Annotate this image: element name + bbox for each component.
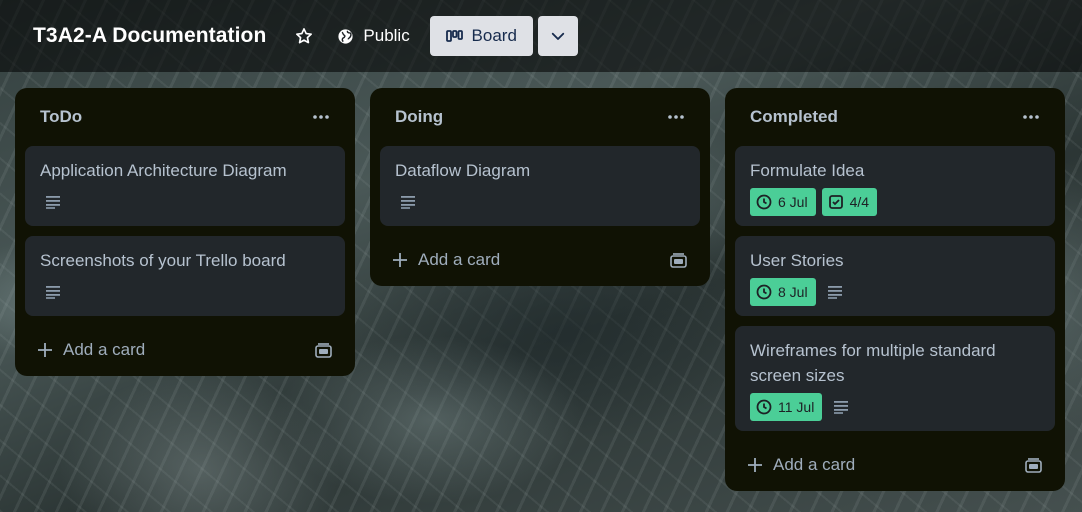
card-title: Screenshots of your Trello board bbox=[40, 251, 286, 270]
list-header: Completed bbox=[735, 88, 1055, 146]
add-card-label: Add a card bbox=[63, 340, 146, 359]
list-footer: Add a card bbox=[25, 324, 345, 376]
visibility-button[interactable]: Public bbox=[337, 26, 410, 46]
card-template-icon[interactable] bbox=[666, 248, 690, 272]
card-title: Dataflow Diagram bbox=[395, 161, 531, 180]
plus-icon bbox=[747, 457, 763, 473]
card[interactable]: Application Architecture Diagram bbox=[25, 146, 345, 226]
board-view-label: Board bbox=[471, 26, 517, 45]
checklist-count: 4/4 bbox=[849, 194, 870, 210]
due-date-badge[interactable]: 11 Jul bbox=[750, 393, 823, 421]
list-footer: Add a card bbox=[735, 439, 1055, 491]
card[interactable]: Screenshots of your Trello board bbox=[25, 236, 345, 316]
description-icon bbox=[397, 191, 419, 213]
add-card-label: Add a card bbox=[773, 455, 856, 474]
list-title[interactable]: Completed bbox=[750, 107, 838, 127]
list-todo: ToDo Application Architecture Diagram Sc… bbox=[15, 88, 355, 376]
card-badges: 8 Jul bbox=[750, 278, 1040, 306]
description-icon bbox=[42, 191, 64, 213]
plus-icon bbox=[37, 342, 53, 358]
add-card-button[interactable]: Add a card bbox=[37, 340, 145, 360]
more-dots-icon[interactable] bbox=[1017, 103, 1045, 131]
card-title: User Stories bbox=[750, 251, 844, 270]
clock-icon bbox=[756, 399, 772, 415]
list-completed: Completed Formulate Idea 6 Jul 4/4 User … bbox=[725, 88, 1065, 491]
list-title[interactable]: ToDo bbox=[40, 107, 82, 127]
view-switcher-button[interactable] bbox=[537, 16, 578, 56]
plus-icon bbox=[392, 252, 408, 268]
board-header: T3A2-A Documentation Public Board bbox=[0, 0, 1082, 72]
list-doing: Doing Dataflow Diagram Add a card bbox=[370, 88, 710, 286]
checklist-badge: 4/4 bbox=[821, 188, 878, 216]
more-dots-icon[interactable] bbox=[662, 103, 690, 131]
card-badges bbox=[395, 188, 685, 216]
card[interactable]: Formulate Idea 6 Jul 4/4 bbox=[735, 146, 1055, 226]
card[interactable]: Dataflow Diagram bbox=[380, 146, 700, 226]
globe-icon bbox=[337, 28, 354, 45]
chevron-down-icon bbox=[549, 27, 567, 45]
card[interactable]: Wireframes for multiple standard screen … bbox=[735, 326, 1055, 431]
due-date-label: 6 Jul bbox=[778, 194, 808, 210]
description-icon bbox=[42, 281, 64, 303]
list-footer: Add a card bbox=[380, 234, 700, 286]
checklist-icon bbox=[828, 194, 844, 210]
more-dots-icon[interactable] bbox=[307, 103, 335, 131]
board-title[interactable]: T3A2-A Documentation bbox=[33, 24, 266, 48]
card-badges: 6 Jul 4/4 bbox=[750, 188, 1040, 216]
list-header: ToDo bbox=[25, 88, 345, 146]
add-card-label: Add a card bbox=[418, 250, 501, 269]
description-icon bbox=[824, 281, 846, 303]
card-template-icon[interactable] bbox=[1021, 453, 1045, 477]
visibility-label: Public bbox=[363, 26, 410, 45]
card-badges: 11 Jul bbox=[750, 393, 1040, 421]
clock-icon bbox=[756, 194, 772, 210]
card-title: Application Architecture Diagram bbox=[40, 161, 287, 180]
card-title: Wireframes for multiple standard screen … bbox=[750, 341, 996, 385]
due-date-label: 11 Jul bbox=[778, 399, 815, 415]
add-card-button[interactable]: Add a card bbox=[392, 250, 500, 270]
card-title: Formulate Idea bbox=[750, 161, 865, 180]
list-title[interactable]: Doing bbox=[395, 107, 443, 127]
due-date-label: 8 Jul bbox=[778, 284, 808, 300]
list-header: Doing bbox=[380, 88, 700, 146]
clock-icon bbox=[756, 284, 772, 300]
due-date-badge[interactable]: 8 Jul bbox=[750, 278, 816, 306]
star-icon[interactable] bbox=[293, 25, 315, 47]
card-badges bbox=[40, 188, 330, 216]
card-template-icon[interactable] bbox=[311, 338, 335, 362]
card-badges bbox=[40, 278, 330, 306]
card[interactable]: User Stories 8 Jul bbox=[735, 236, 1055, 316]
board-view-button[interactable]: Board bbox=[429, 16, 533, 56]
description-icon bbox=[830, 396, 852, 418]
due-date-badge[interactable]: 6 Jul bbox=[750, 188, 816, 216]
add-card-button[interactable]: Add a card bbox=[747, 455, 855, 475]
board-view-icon bbox=[445, 29, 463, 43]
